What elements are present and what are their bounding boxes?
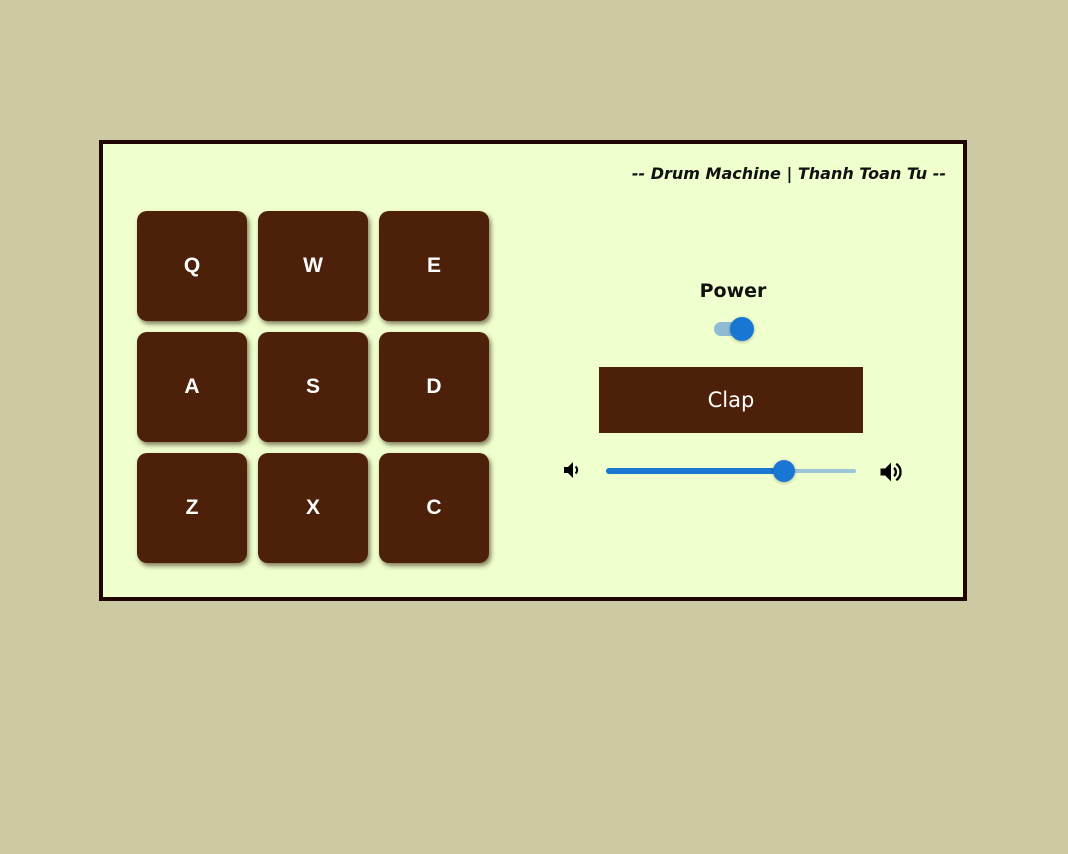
volume-slider-fill bbox=[606, 468, 784, 474]
app-title: -- Drum Machine | Thanh Toan Tu -- bbox=[631, 164, 946, 183]
drum-pad-c[interactable]: C bbox=[379, 453, 489, 563]
drum-pad-x[interactable]: X bbox=[258, 453, 368, 563]
volume-control bbox=[561, 456, 911, 486]
drum-machine: -- Drum Machine | Thanh Toan Tu -- Q W E… bbox=[99, 140, 967, 601]
power-toggle-thumb[interactable] bbox=[730, 317, 754, 341]
drum-pad-a[interactable]: A bbox=[137, 332, 247, 442]
sound-display: Clap bbox=[599, 367, 863, 433]
volume-down-icon bbox=[561, 458, 589, 486]
drum-pad-s[interactable]: S bbox=[258, 332, 368, 442]
drum-pad-q[interactable]: Q bbox=[137, 211, 247, 321]
drum-pad-d[interactable]: D bbox=[379, 332, 489, 442]
volume-up-icon bbox=[877, 458, 905, 486]
volume-slider-thumb[interactable] bbox=[773, 460, 795, 482]
power-toggle[interactable] bbox=[711, 317, 755, 341]
volume-slider[interactable] bbox=[606, 456, 856, 486]
power-label: Power bbox=[699, 280, 767, 302]
drum-pad-e[interactable]: E bbox=[379, 211, 489, 321]
drum-pad-w[interactable]: W bbox=[258, 211, 368, 321]
drum-pad-z[interactable]: Z bbox=[137, 453, 247, 563]
drum-pad-grid: Q W E A S D Z X C bbox=[137, 211, 489, 563]
